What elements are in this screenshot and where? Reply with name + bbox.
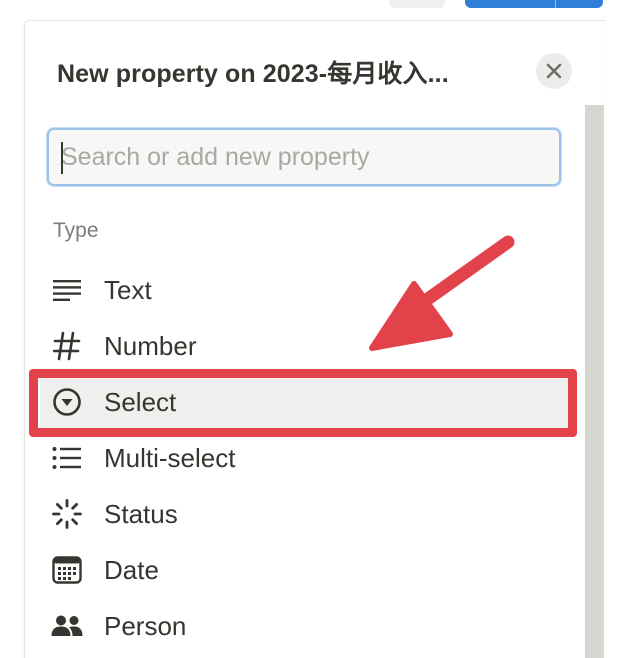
button-divider: [555, 0, 556, 8]
type-item-label: Number: [104, 330, 197, 361]
type-item-label: Status: [104, 498, 178, 529]
type-item-number[interactable]: Number: [40, 320, 568, 372]
close-icon: [546, 63, 562, 79]
type-section-label: Type: [53, 219, 99, 242]
hash-icon: [40, 331, 94, 361]
type-item-person[interactable]: Person: [40, 600, 568, 652]
type-item-text[interactable]: Text: [40, 264, 568, 316]
background-primary-button[interactable]: [465, 0, 603, 8]
search-input[interactable]: [49, 130, 559, 184]
text-caret: [61, 142, 63, 174]
type-item-status[interactable]: Status: [40, 488, 568, 540]
type-item-multi-select[interactable]: Multi-select: [40, 432, 568, 484]
type-item-date[interactable]: Date: [40, 544, 568, 596]
type-item-label: Text: [104, 274, 152, 305]
people-icon: [40, 614, 94, 638]
bulleted-list-icon: [40, 446, 94, 470]
panel-title: New property on 2023-每月收入...: [57, 60, 449, 88]
close-button[interactable]: [536, 53, 572, 89]
type-item-label: Multi-select: [104, 442, 236, 473]
scrollbar[interactable]: [585, 105, 604, 658]
background-toolbar-button[interactable]: [389, 0, 445, 8]
calendar-icon: [40, 556, 94, 584]
screenshot-root: New property on 2023-每月收入... Type Text: [0, 0, 634, 658]
highlight-rectangle: [29, 369, 577, 437]
status-spinner-icon: [40, 498, 94, 530]
type-item-label: Date: [104, 554, 159, 585]
search-field[interactable]: [47, 128, 561, 186]
text-lines-icon: [40, 278, 94, 302]
type-item-label: Person: [104, 610, 187, 641]
